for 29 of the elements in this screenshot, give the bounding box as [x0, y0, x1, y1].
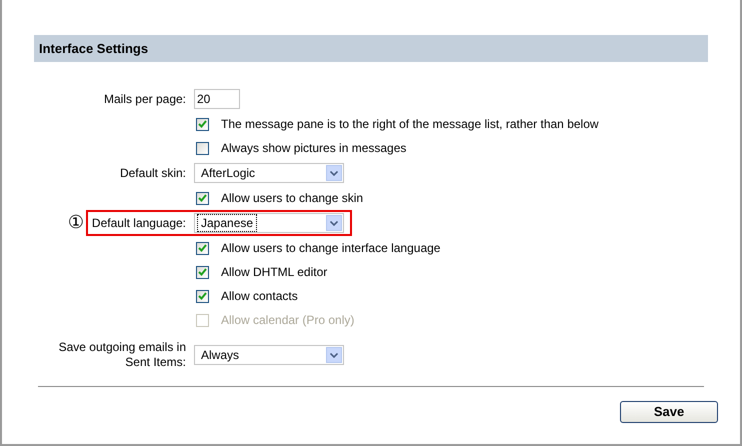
input-field[interactable]: 20	[194, 89, 240, 109]
checkbox[interactable]	[196, 290, 209, 302]
dropdown[interactable]: AfterLogic	[194, 163, 344, 183]
checkbox[interactable]	[196, 118, 209, 130]
checkmark-icon	[198, 120, 207, 128]
field-label: Save outgoing emails in Sent Items:	[58, 340, 187, 370]
checkmark-icon	[198, 194, 207, 202]
checkbox-label: Always show pictures in messages	[221, 140, 406, 157]
field-label: Default language:	[90, 216, 187, 230]
checkbox-label: Allow users to change skin	[221, 190, 364, 207]
field-label: Default skin:	[118, 166, 187, 180]
checkbox-label: Allow users to change interface language	[221, 240, 440, 257]
save-button[interactable]: Save	[620, 401, 718, 423]
checkbox[interactable]	[196, 266, 209, 278]
dropdown[interactable]: Always	[194, 345, 344, 365]
checkbox[interactable]	[196, 242, 209, 254]
checkmark-icon	[198, 292, 207, 300]
dropdown[interactable]: Japanese	[194, 213, 344, 233]
checkbox[interactable]	[196, 192, 209, 204]
checkmark-icon	[198, 244, 207, 252]
checkbox-label: Allow calendar (Pro only)	[221, 312, 354, 329]
section-header: Interface Settings	[34, 35, 708, 62]
checkbox-label: Allow DHTML editor	[221, 264, 328, 281]
checkmark-icon	[198, 268, 207, 276]
annotation-number: ①	[68, 213, 84, 233]
checkbox-label: The message pane is to the right of the message list, rather than below	[221, 116, 599, 133]
checkbox[interactable]	[196, 142, 209, 154]
checkbox-label: Allow contacts	[221, 288, 298, 305]
field-label: Mails per page:	[102, 92, 187, 106]
